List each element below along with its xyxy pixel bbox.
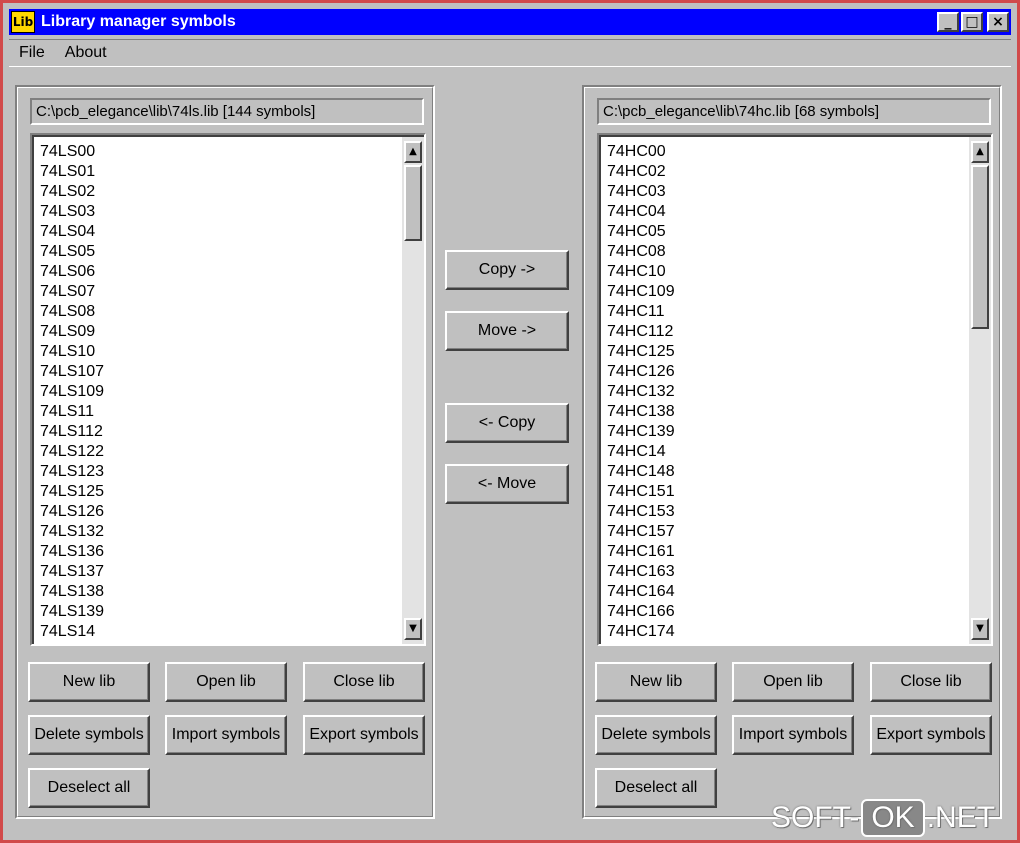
window-controls: _ □ ×: [937, 12, 1009, 32]
copy-left-button[interactable]: <- Copy: [445, 403, 569, 443]
watermark-text-after: .NET: [926, 801, 996, 834]
list-item[interactable]: 74LS07: [40, 282, 398, 302]
list-item[interactable]: 74HC08: [607, 242, 965, 262]
list-item[interactable]: 74LS04: [40, 222, 398, 242]
title-bar[interactable]: Lib Library manager symbols _ □ ×: [9, 9, 1011, 35]
list-item[interactable]: 74HC164: [607, 582, 965, 602]
window-title: Library manager symbols: [41, 13, 236, 30]
list-item[interactable]: 74HC03: [607, 182, 965, 202]
maximize-button[interactable]: □: [961, 12, 983, 32]
left-delete-symbols-button[interactable]: Delete symbols: [28, 715, 150, 755]
list-item[interactable]: 74HC112: [607, 322, 965, 342]
list-item[interactable]: 74HC126: [607, 362, 965, 382]
watermark-text-before: SOFT-: [771, 801, 860, 834]
left-symbol-items: 74LS00 74LS01 74LS02 74LS03 74LS04 74LS05 74LS…: [40, 142, 398, 642]
list-item[interactable]: 74HC139: [607, 422, 965, 442]
list-item[interactable]: 74LS138: [40, 582, 398, 602]
right-library-panel: C:\pcb_elegance\lib\74hc.lib [68 symbols…: [582, 85, 1002, 819]
list-item[interactable]: 74HC11: [607, 302, 965, 322]
menu-bar: File About: [9, 39, 1011, 67]
list-item[interactable]: 74HC148: [607, 462, 965, 482]
list-item[interactable]: 74LS109: [40, 382, 398, 402]
list-item[interactable]: 74HC153: [607, 502, 965, 522]
list-item[interactable]: 74HC125: [607, 342, 965, 362]
list-item[interactable]: 74LS107: [40, 362, 398, 382]
right-delete-symbols-button[interactable]: Delete symbols: [595, 715, 717, 755]
minimize-button[interactable]: _: [937, 12, 959, 32]
scroll-down-icon[interactable]: ▼: [971, 618, 989, 640]
list-item[interactable]: 74LS14: [40, 622, 398, 642]
list-item[interactable]: 74LS03: [40, 202, 398, 222]
left-export-symbols-button[interactable]: Export symbols: [303, 715, 425, 755]
list-item[interactable]: 74HC138: [607, 402, 965, 422]
app-icon[interactable]: Lib: [11, 11, 35, 33]
list-item[interactable]: 74HC161: [607, 542, 965, 562]
list-item[interactable]: 74HC163: [607, 562, 965, 582]
right-library-path: C:\pcb_elegance\lib\74hc.lib [68 symbols…: [597, 98, 991, 125]
left-symbol-list[interactable]: 74LS00 74LS01 74LS02 74LS03 74LS04 74LS05 74LS…: [30, 133, 426, 646]
right-symbol-list[interactable]: 74HC00 74HC02 74HC03 74HC04 74HC05 74HC08 74HC…: [597, 133, 993, 646]
menu-file[interactable]: File: [9, 44, 55, 62]
left-library-panel: C:\pcb_elegance\lib\74ls.lib [144 symbol…: [15, 85, 435, 819]
watermark-ok: OK: [861, 799, 925, 837]
list-item[interactable]: 74HC00: [607, 142, 965, 162]
list-item[interactable]: 74LS139: [40, 602, 398, 622]
main-window: Lib Library manager symbols _ □ × File A…: [0, 0, 1020, 843]
left-close-lib-button[interactable]: Close lib: [303, 662, 425, 702]
right-import-symbols-button[interactable]: Import symbols: [732, 715, 854, 755]
left-import-symbols-button[interactable]: Import symbols: [165, 715, 287, 755]
list-item[interactable]: 74LS06: [40, 262, 398, 282]
scroll-up-icon[interactable]: ▲: [404, 141, 422, 163]
move-right-button[interactable]: Move ->: [445, 311, 569, 351]
list-item[interactable]: 74LS09: [40, 322, 398, 342]
list-item[interactable]: 74LS112: [40, 422, 398, 442]
list-item[interactable]: 74HC157: [607, 522, 965, 542]
list-item[interactable]: 74LS01: [40, 162, 398, 182]
list-item[interactable]: 74LS132: [40, 522, 398, 542]
list-item[interactable]: 74HC132: [607, 382, 965, 402]
list-item[interactable]: 74HC14: [607, 442, 965, 462]
left-scroll-thumb[interactable]: [404, 165, 422, 241]
list-item[interactable]: 74LS137: [40, 562, 398, 582]
copy-right-button[interactable]: Copy ->: [445, 250, 569, 290]
move-left-button[interactable]: <- Move: [445, 464, 569, 504]
close-button[interactable]: ×: [987, 12, 1009, 32]
list-item[interactable]: 74HC02: [607, 162, 965, 182]
left-deselect-all-button[interactable]: Deselect all: [28, 768, 150, 808]
right-new-lib-button[interactable]: New lib: [595, 662, 717, 702]
scroll-up-icon[interactable]: ▲: [971, 141, 989, 163]
list-item[interactable]: 74LS05: [40, 242, 398, 262]
list-item[interactable]: 74HC151: [607, 482, 965, 502]
right-deselect-all-button[interactable]: Deselect all: [595, 768, 717, 808]
list-item[interactable]: 74HC04: [607, 202, 965, 222]
scroll-down-icon[interactable]: ▼: [404, 618, 422, 640]
right-close-lib-button[interactable]: Close lib: [870, 662, 992, 702]
list-item[interactable]: 74HC05: [607, 222, 965, 242]
list-item[interactable]: 74HC10: [607, 262, 965, 282]
list-item[interactable]: 74LS02: [40, 182, 398, 202]
list-item[interactable]: 74HC166: [607, 602, 965, 622]
list-item[interactable]: 74LS125: [40, 482, 398, 502]
right-scroll-thumb[interactable]: [971, 165, 989, 329]
list-item[interactable]: 74LS123: [40, 462, 398, 482]
list-item[interactable]: 74LS11: [40, 402, 398, 422]
menu-about[interactable]: About: [55, 44, 117, 62]
list-item[interactable]: 74LS10: [40, 342, 398, 362]
list-item[interactable]: 74LS122: [40, 442, 398, 462]
left-library-path: C:\pcb_elegance\lib\74ls.lib [144 symbol…: [30, 98, 424, 125]
right-export-symbols-button[interactable]: Export symbols: [870, 715, 992, 755]
list-item[interactable]: 74HC174: [607, 622, 965, 642]
left-scrollbar[interactable]: ▲ ▼: [402, 137, 424, 644]
list-item[interactable]: 74LS136: [40, 542, 398, 562]
right-open-lib-button[interactable]: Open lib: [732, 662, 854, 702]
watermark: SOFT- OK .NET: [771, 799, 995, 837]
list-item[interactable]: 74LS126: [40, 502, 398, 522]
right-symbol-items: 74HC00 74HC02 74HC03 74HC04 74HC05 74HC08 74HC…: [607, 142, 965, 642]
list-item[interactable]: 74LS08: [40, 302, 398, 322]
left-new-lib-button[interactable]: New lib: [28, 662, 150, 702]
list-item[interactable]: 74HC109: [607, 282, 965, 302]
right-scrollbar[interactable]: ▲ ▼: [969, 137, 991, 644]
left-open-lib-button[interactable]: Open lib: [165, 662, 287, 702]
list-item[interactable]: 74LS00: [40, 142, 398, 162]
